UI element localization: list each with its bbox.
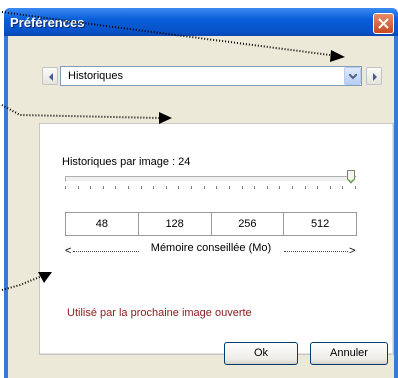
- memory-values-row: 48 128 256 512: [65, 212, 357, 236]
- slider-tick: [203, 186, 205, 189]
- chevron-right-icon: [373, 73, 377, 81]
- memory-value-cell[interactable]: 48: [66, 213, 139, 235]
- slider-tick: [279, 186, 281, 189]
- slider-tick: [342, 186, 344, 189]
- next-image-note: Utilisé par la prochaine image ouverte: [67, 307, 252, 319]
- slider-tick: [304, 186, 306, 189]
- slider-tick: [165, 186, 167, 189]
- slider-tick: [355, 186, 356, 189]
- history-slider-thumb[interactable]: [347, 170, 355, 184]
- slider-tick: [128, 186, 130, 189]
- history-per-image-label: Historiques par image : 24: [62, 156, 191, 168]
- close-button[interactable]: [373, 13, 394, 34]
- slider-tick: [65, 186, 66, 189]
- slider-tick: [254, 186, 256, 189]
- memory-value-cell[interactable]: 256: [212, 213, 285, 235]
- settings-panel: Historiques par image : 24 48 128 256 51…: [39, 123, 394, 355]
- memory-value-cell[interactable]: 512: [284, 213, 356, 235]
- slider-tick: [153, 186, 155, 189]
- slider-tick: [317, 186, 319, 189]
- slider-tick: [90, 186, 92, 189]
- slider-tick: [77, 186, 79, 189]
- slider-tick: [228, 186, 230, 189]
- preferences-window: Préférences Historiques Historiques par …: [4, 8, 398, 378]
- section-select[interactable]: Historiques: [60, 66, 362, 86]
- right-arrow-glyph: >: [349, 245, 356, 257]
- memory-range-line-right: [284, 251, 348, 252]
- slider-tick: [102, 186, 104, 189]
- slider-tick: [266, 186, 268, 189]
- memory-value-cell[interactable]: 128: [139, 213, 212, 235]
- section-select-value: Historiques: [68, 70, 124, 82]
- slider-tick: [241, 186, 243, 189]
- slider-tick: [291, 186, 293, 189]
- slider-tick: [115, 186, 117, 189]
- memory-recommended-label: Mémoire conseillée (Mo): [150, 242, 272, 254]
- slider-tick: [140, 186, 142, 189]
- slider-tick: [216, 186, 218, 189]
- slider-tick: [329, 186, 331, 189]
- ok-button[interactable]: Ok: [224, 342, 298, 365]
- title-bar[interactable]: Préférences: [4, 8, 398, 36]
- chevron-down-icon: [349, 74, 357, 80]
- slider-ticks: [65, 186, 357, 190]
- chevron-left-icon: [49, 73, 53, 81]
- window-title: Préférences: [10, 15, 85, 30]
- close-icon: [378, 18, 389, 29]
- section-dropdown-button[interactable]: [344, 67, 361, 85]
- dialog-body: Historiques Historiques par image : 24 4…: [8, 36, 394, 378]
- history-slider-track[interactable]: [65, 176, 357, 182]
- cancel-button[interactable]: Annuler: [310, 342, 388, 365]
- prev-section-button[interactable]: [42, 67, 58, 85]
- slider-tick: [178, 186, 180, 189]
- next-section-button[interactable]: [366, 67, 382, 85]
- slider-tick: [191, 186, 193, 189]
